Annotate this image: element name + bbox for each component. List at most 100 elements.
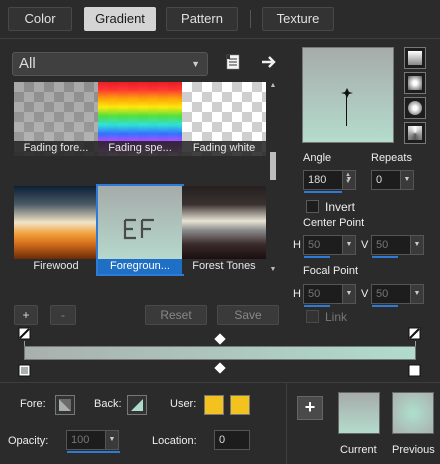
focal-point-label: Focal Point — [303, 265, 359, 277]
divider — [0, 38, 440, 39]
rectangular-style-icon[interactable] — [404, 72, 426, 94]
firewood-preview — [14, 186, 98, 259]
gradient-label: Fading spe... — [98, 141, 182, 156]
opacity-value: 100 — [71, 434, 90, 446]
angle-slider[interactable] — [304, 191, 342, 193]
invert-label: Invert — [325, 200, 356, 214]
opacity-stop-end-icon[interactable] — [408, 327, 422, 341]
current-preview[interactable] — [338, 392, 380, 434]
gradient-thumb-foreground[interactable]: Foregroun... — [96, 184, 184, 276]
tab-texture[interactable]: Texture — [262, 7, 334, 31]
center-v-slider[interactable] — [372, 256, 398, 258]
gradient-label: Foregroun... — [98, 259, 182, 274]
thumbnail-scrollbar[interactable]: ▲ ▼ — [267, 82, 279, 274]
chevron-down-icon[interactable]: ▼ — [410, 285, 423, 303]
gradient-file-icon[interactable] — [224, 53, 242, 71]
chevron-down-icon[interactable]: ▼ — [410, 236, 423, 254]
linear-style-icon[interactable] — [404, 47, 426, 69]
tab-pattern[interactable]: Pattern — [166, 7, 238, 31]
add-swatch-button[interactable]: + — [297, 396, 323, 420]
chevron-down-icon[interactable]: ▼ — [400, 171, 413, 189]
color-stop-start-icon[interactable] — [18, 364, 32, 378]
scroll-down-icon[interactable]: ▼ — [268, 266, 278, 274]
current-label: Current — [340, 444, 377, 456]
center-point-label: Center Point — [303, 217, 365, 229]
angle-label: Angle — [303, 152, 332, 164]
gradient-label: Forest Tones — [182, 259, 266, 274]
center-h-input[interactable]: 50 ▼ — [303, 235, 356, 258]
gradient-thumb-firewood[interactable]: Firewood — [14, 186, 98, 274]
link-label: Link — [325, 310, 348, 324]
tab-color[interactable]: Color — [8, 7, 72, 31]
opacity-input[interactable]: 100 ▼ — [66, 430, 120, 453]
location-value: 0 — [219, 434, 226, 446]
back-swatch[interactable] — [127, 395, 147, 415]
focal-v-slider[interactable] — [372, 305, 398, 307]
gradient-label: Fading fore... — [14, 141, 98, 156]
gradient-thumb-forest-tones[interactable]: Forest Tones — [182, 186, 266, 274]
repeats-label: Repeats — [371, 152, 412, 164]
radial-style-icon[interactable] — [404, 122, 426, 144]
chevron-down-icon[interactable]: ▼ — [342, 285, 355, 303]
fore-swatch[interactable] — [55, 395, 75, 415]
gradient-bar[interactable] — [24, 346, 416, 360]
opacity-slider[interactable] — [67, 451, 120, 453]
user-label: User: — [170, 398, 197, 410]
center-v-label: V — [361, 239, 369, 251]
angle-handle-icon[interactable] — [341, 88, 353, 98]
center-h-slider[interactable] — [304, 256, 330, 258]
invert-checkbox[interactable] — [306, 200, 319, 213]
focal-h-slider[interactable] — [304, 305, 330, 307]
fore-label-text: Fore: — [20, 398, 46, 410]
tab-divider — [250, 10, 251, 28]
gradient-thumb-fading-white[interactable]: Fading white — [182, 82, 266, 156]
spinner-updown-icon[interactable]: ▲ ▼ — [345, 172, 351, 186]
focal-v-label: V — [361, 288, 369, 300]
focal-v-value: 50 — [376, 288, 389, 300]
location-input[interactable]: 0 — [214, 430, 250, 450]
scroll-thumb[interactable] — [270, 152, 276, 180]
gradient-preview[interactable] — [302, 47, 394, 143]
center-v-value: 50 — [376, 239, 389, 251]
remove-stop-button[interactable]: - — [50, 305, 76, 325]
user-swatch-1[interactable] — [204, 395, 224, 415]
sunburst-style-icon[interactable] — [404, 97, 426, 119]
repeats-input[interactable]: 0 ▼ — [371, 170, 414, 190]
focal-h-value: 50 — [308, 288, 321, 300]
center-h-value: 50 — [308, 239, 321, 251]
gradient-thumb-fading-spectrum[interactable]: Fading spe... — [98, 82, 182, 156]
focal-v-input[interactable]: 50 ▼ — [371, 284, 424, 307]
angle-value: 180 — [308, 174, 327, 186]
tab-gradient[interactable]: Gradient — [84, 7, 156, 31]
gradient-thumb-fading-foreground[interactable]: Fading fore... — [14, 82, 98, 156]
scroll-up-icon[interactable]: ▲ — [268, 82, 278, 90]
opacity-midpoint-icon[interactable] — [214, 333, 226, 345]
gradient-label: Fading white — [182, 141, 266, 156]
focal-h-input[interactable]: 50 ▼ — [303, 284, 356, 307]
chevron-down-icon[interactable]: ▼ — [105, 431, 118, 449]
center-v-input[interactable]: 50 ▼ — [371, 235, 424, 258]
reset-button[interactable]: Reset — [145, 305, 207, 325]
center-h-label: H — [293, 239, 301, 251]
location-label: Location: — [152, 435, 197, 447]
color-midpoint-icon[interactable] — [214, 362, 226, 374]
link-checkbox[interactable] — [306, 310, 319, 323]
ef-logo-icon — [122, 216, 158, 242]
previous-preview[interactable] — [392, 392, 434, 434]
category-dropdown[interactable]: All ▼ — [12, 52, 208, 76]
add-stop-button[interactable]: + — [14, 305, 38, 325]
opacity-stop-start-icon[interactable] — [18, 327, 32, 341]
arrow-right-icon[interactable] — [260, 53, 278, 71]
repeats-value: 0 — [376, 174, 383, 186]
user-swatch-2[interactable] — [230, 395, 250, 415]
color-stop-end-icon[interactable] — [408, 364, 422, 378]
previous-label: Previous — [392, 444, 435, 456]
divider — [286, 383, 287, 464]
focal-h-label: H — [293, 288, 301, 300]
gradient-label: Firewood — [14, 259, 98, 274]
divider — [0, 382, 440, 383]
chevron-down-icon[interactable]: ▼ — [342, 236, 355, 254]
save-button[interactable]: Save — [217, 305, 279, 325]
forest-preview — [182, 186, 266, 259]
opacity-label: Opacity: — [8, 435, 49, 447]
